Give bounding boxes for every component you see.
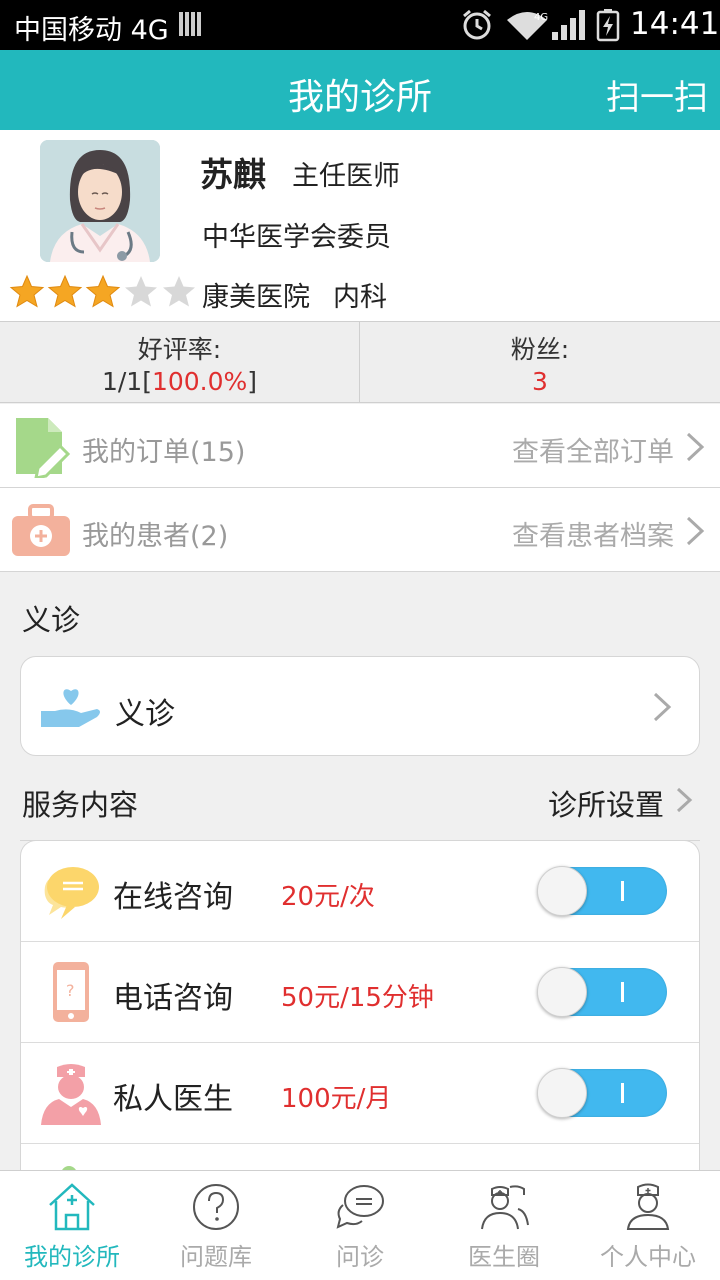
tab-label: 问诊 — [336, 1243, 384, 1271]
doctor-hospital: 康美医院 — [202, 282, 310, 313]
orders-row[interactable]: 我的订单(15) 查看全部订单 — [0, 404, 720, 488]
doctor-department: 内科 — [333, 282, 387, 313]
doctor-committee: 中华医学会委员 — [202, 222, 391, 253]
service-toggle[interactable] — [537, 866, 667, 916]
service-toggle[interactable] — [537, 1068, 667, 1118]
rating-count: 1/1[ — [101, 367, 152, 396]
doctor-avatar[interactable] — [40, 140, 160, 262]
service-toggle[interactable] — [537, 967, 667, 1017]
clock: 14:41 — [630, 6, 720, 42]
fans-stat-label: 粉丝: — [510, 335, 570, 364]
rating-stat-value: 1/1[100.0%] — [0, 367, 359, 396]
tab-label: 医生圈 — [468, 1243, 540, 1271]
rating-percent: 100.0% — [151, 367, 248, 396]
question-mark-icon — [193, 1184, 239, 1230]
sim-card-icon — [179, 12, 201, 36]
service-price: 100元/月 — [281, 1084, 392, 1114]
patients-row[interactable]: 我的患者(2) 查看患者档案 — [0, 488, 720, 572]
fans-stat-value: 3 — [532, 367, 548, 396]
battery-charging-icon — [596, 9, 620, 42]
service-price: 50元/15分钟 — [281, 983, 434, 1013]
doctor-user-icon — [626, 1183, 670, 1230]
order-document-icon — [16, 418, 71, 478]
stats-bar: 好评率: 1/1[100.0%] 粉丝: 3 — [0, 321, 720, 403]
tab-my-clinic[interactable]: 我的诊所 — [0, 1171, 144, 1280]
service-name: 电话咨询 — [113, 981, 233, 1016]
signal-icon — [552, 10, 585, 40]
star-filled-icon — [85, 274, 121, 308]
app-header: 我的诊所 扫一扫 — [0, 50, 720, 130]
chevron-right-icon — [686, 432, 705, 462]
service-name: 私人医生 — [113, 1082, 233, 1117]
star-filled-icon — [9, 274, 45, 308]
rating-bracket: ] — [247, 367, 258, 396]
toggle-knob — [537, 967, 587, 1017]
tab-doctor-circle[interactable]: 医生圈 — [432, 1171, 576, 1280]
wifi-icon: 4G — [507, 12, 548, 40]
orders-label: 我的订单(15) — [82, 437, 246, 468]
fans-stat: 粉丝: 3 — [360, 322, 720, 402]
tab-question-bank[interactable]: 问题库 — [144, 1171, 288, 1280]
tab-consultation[interactable]: 问诊 — [288, 1171, 432, 1280]
services-section-title: 服务内容 — [22, 788, 139, 822]
bottom-tab-bar: 我的诊所 问题库 问诊 医生圈 个人中心 — [0, 1170, 720, 1280]
alarm-icon — [463, 9, 491, 40]
nurse-icon — [41, 1064, 101, 1125]
doctor-title: 主任医师 — [292, 161, 400, 192]
toggle-on-indicator — [621, 881, 624, 901]
tab-personal-center[interactable]: 个人中心 — [576, 1171, 720, 1280]
view-all-orders-link[interactable]: 查看全部订单 — [512, 430, 674, 469]
chat-bubbles-icon — [336, 1185, 384, 1229]
toggle-on-indicator — [621, 982, 624, 1002]
toggle-knob — [537, 1068, 587, 1118]
free-clinic-label: 义诊 — [115, 697, 175, 732]
doctors-group-icon — [481, 1185, 529, 1230]
chevron-right-icon — [676, 787, 693, 813]
star-filled-icon — [47, 274, 83, 308]
toggle-knob — [537, 866, 587, 916]
chevron-right-icon — [653, 692, 672, 722]
scan-button[interactable]: 扫一扫 — [606, 70, 708, 119]
services-card: 在线咨询 20元/次 ? 电话咨询 50元/15分钟 私人医生 100元/月 — [20, 840, 700, 1180]
doctor-name: 苏麒 — [200, 155, 266, 194]
status-bar: 中国移动 4G 4G 14:41 — [0, 0, 720, 50]
toggle-on-indicator — [621, 1083, 624, 1103]
rating-stat: 好评率: 1/1[100.0%] — [0, 322, 360, 402]
service-row[interactable]: 在线咨询 20元/次 — [21, 841, 699, 942]
tab-label: 个人中心 — [600, 1243, 696, 1271]
doctor-portrait-icon — [40, 140, 160, 262]
tab-label: 问题库 — [180, 1243, 252, 1271]
service-price: 20元/次 — [281, 882, 375, 912]
svg-text:?: ? — [66, 981, 75, 1000]
rating-stars — [8, 273, 198, 309]
free-clinic-card[interactable]: 义诊 — [20, 656, 700, 756]
carrier-label: 中国移动 4G — [14, 15, 169, 46]
network-type-label: 4G — [534, 12, 548, 23]
star-empty-icon — [125, 276, 157, 307]
doctor-profile: 苏麒 主任医师 中华医学会委员 康美医院 内科 — [0, 130, 720, 321]
tab-label: 我的诊所 — [24, 1243, 120, 1271]
free-clinic-section-title: 义诊 — [22, 603, 81, 637]
phone-question-icon: ? — [53, 962, 89, 1022]
service-name: 在线咨询 — [113, 880, 233, 915]
chat-bubble-icon — [44, 867, 99, 919]
clinic-house-icon — [49, 1183, 95, 1231]
patients-label: 我的患者(2) — [82, 521, 229, 552]
view-patient-records-link[interactable]: 查看患者档案 — [512, 514, 674, 553]
medical-kit-icon — [12, 504, 70, 556]
service-row[interactable]: 私人医生 100元/月 — [21, 1043, 699, 1144]
service-row[interactable]: ? 电话咨询 50元/15分钟 — [21, 942, 699, 1043]
chevron-right-icon — [686, 516, 705, 546]
rating-stat-label: 好评率: — [137, 335, 222, 364]
star-empty-icon — [163, 276, 195, 307]
heart-hand-icon — [41, 689, 100, 727]
clinic-settings-link[interactable]: 诊所设置 — [548, 782, 664, 824]
